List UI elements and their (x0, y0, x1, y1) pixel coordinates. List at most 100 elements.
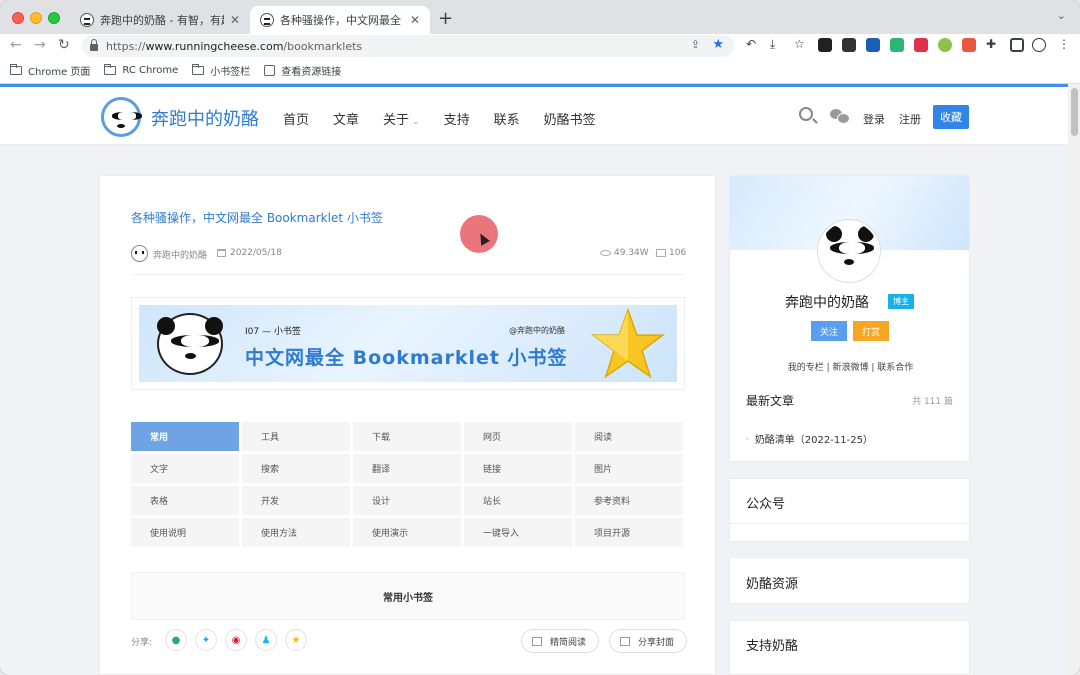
category-tab[interactable]: 开发 (242, 486, 350, 515)
widget-support[interactable]: 支持奶酪 (729, 620, 970, 675)
extension-icon[interactable] (842, 38, 856, 52)
follow-button[interactable]: 关注 (811, 321, 847, 341)
bookmark-rc-chrome[interactable]: RC Chrome (104, 64, 178, 76)
extension-icon[interactable] (938, 38, 952, 52)
reload-button[interactable]: ↻ (58, 37, 70, 53)
category-tab[interactable]: 站长 (464, 486, 572, 515)
category-tab[interactable]: 下载 (353, 422, 461, 451)
site-logo[interactable] (101, 97, 142, 137)
widget-resources[interactable]: 奶酪资源 (729, 557, 970, 604)
zoom-window-button[interactable] (48, 12, 60, 24)
tab-search-icon[interactable]: ⌄ (1057, 9, 1066, 22)
undo-extension-icon[interactable]: ↶ (746, 37, 756, 51)
profile-avatar[interactable] (818, 220, 880, 282)
login-link[interactable]: 登录 (863, 111, 885, 127)
wechat-share-button[interactable]: ● (165, 629, 187, 651)
bookmark-bookmarklets[interactable]: 小书签栏 (192, 63, 250, 78)
extension-icon[interactable] (962, 38, 976, 52)
category-tab[interactable]: 翻译 (353, 454, 461, 483)
wechat-icon: ● (171, 634, 181, 646)
nav-item-bookmarks[interactable]: 奶酪书签 (544, 109, 596, 128)
widget-wechat-account[interactable]: 公众号 (729, 478, 970, 542)
category-tab[interactable]: 工具 (242, 422, 350, 451)
share-icon[interactable]: ⇪ (691, 38, 700, 51)
share-cover-button[interactable]: 分享封面 (609, 629, 688, 653)
wechat-icon[interactable] (830, 109, 850, 124)
lock-icon[interactable] (90, 39, 98, 51)
address-bar[interactable]: https:// www.runningcheese.com /bookmark… (82, 35, 734, 57)
tab-close-icon[interactable]: ✕ (230, 13, 240, 27)
article-card: 各种骚操作，中文网最全 Bookmarklet 小书签 奔跑中的奶酪 2022/… (99, 175, 716, 675)
category-tab[interactable]: 链接 (464, 454, 572, 483)
download-icon[interactable]: ⤓ (770, 37, 775, 52)
side-panel-icon[interactable] (1010, 38, 1024, 52)
category-tab[interactable]: 表格 (131, 486, 239, 515)
nav-item-articles[interactable]: 文章 (333, 109, 359, 128)
scrollbar-thumb[interactable] (1071, 88, 1078, 136)
category-tab[interactable]: 使用方法 (242, 518, 350, 547)
extensions-puzzle-icon[interactable]: ✚ (986, 37, 996, 51)
forward-button[interactable]: → (34, 37, 46, 53)
nav-item-home[interactable]: 首页 (283, 109, 309, 128)
nav-item-about[interactable]: 关于 ⌄ (383, 109, 420, 128)
close-window-button[interactable] (12, 12, 24, 24)
tab-title: 各种骚操作，中文网最全 Book (280, 14, 404, 27)
qq-share-button[interactable]: ♟ (255, 629, 277, 651)
category-tab[interactable]: 项目开源 (575, 518, 683, 547)
new-tab-button[interactable]: + (438, 8, 453, 29)
pocket-icon[interactable] (914, 38, 928, 52)
article-author[interactable]: 奔跑中的奶酪 (153, 248, 207, 261)
category-tab[interactable]: 常用 (131, 422, 239, 451)
browser-tab-1[interactable]: 奔跑中的奶酪 - 有智，有趣， ✕ (70, 6, 250, 34)
category-tab[interactable]: 使用说明 (131, 518, 239, 547)
bookmark-view-resources[interactable]: 查看资源链接 (264, 63, 341, 78)
reading-list-icon[interactable]: ☆ (794, 37, 805, 51)
category-tab[interactable]: 一键导入 (464, 518, 572, 547)
star-illustration (591, 307, 665, 379)
reader-mode-button[interactable]: 精简阅读 (521, 629, 600, 653)
twitter-icon: ✦ (201, 634, 211, 646)
author-avatar[interactable] (131, 245, 148, 262)
extension-icon[interactable] (890, 38, 904, 52)
qzone-share-button[interactable]: ★ (285, 629, 307, 651)
latest-article-item[interactable]: › 奶酪清单（2022-11-25） (746, 431, 873, 447)
register-link[interactable]: 注册 (899, 111, 921, 127)
bookmark-star-icon[interactable]: ★ (712, 37, 724, 52)
divider (131, 274, 684, 275)
menu-kebab-icon[interactable]: ⋮ (1058, 37, 1070, 51)
nav-item-contact[interactable]: 联系 (494, 109, 520, 128)
category-tab[interactable]: 网页 (464, 422, 572, 451)
bitwarden-icon[interactable] (866, 38, 880, 52)
tip-button[interactable]: 打赏 (853, 321, 889, 341)
article-title[interactable]: 各种骚操作，中文网最全 Bookmarklet 小书签 (131, 209, 383, 226)
category-tab[interactable]: 阅读 (575, 422, 683, 451)
twitter-share-button[interactable]: ✦ (195, 629, 217, 651)
weibo-share-button[interactable]: ◉ (225, 629, 247, 651)
qq-icon: ♟ (261, 634, 271, 646)
collect-button[interactable]: 收藏 (933, 105, 969, 129)
category-tab[interactable]: 文字 (131, 454, 239, 483)
panda-ear (858, 226, 874, 242)
minimize-window-button[interactable] (30, 12, 42, 24)
extension-icon[interactable] (818, 38, 832, 52)
search-icon[interactable] (799, 107, 813, 121)
tab-title: 奔跑中的奶酪 - 有智，有趣， (100, 14, 224, 27)
profile-avatar-icon[interactable] (1032, 38, 1046, 52)
category-tab[interactable]: 使用演示 (353, 518, 461, 547)
bookmark-chrome-pages[interactable]: Chrome 页面 (10, 63, 90, 78)
url-host: www.runningcheese.com (145, 39, 284, 53)
category-tab[interactable]: 搜索 (242, 454, 350, 483)
article-comments[interactable]: 106 (669, 248, 686, 258)
category-tab[interactable]: 图片 (575, 454, 683, 483)
category-tab[interactable]: 参考资料 (575, 486, 683, 515)
browser-tab-2[interactable]: 各种骚操作，中文网最全 Book ✕ (250, 6, 430, 34)
nav-item-support[interactable]: 支持 (444, 109, 470, 128)
chevron-right-icon: › (746, 434, 749, 443)
site-header: 奔跑中的奶酪 首页 文章 关于 ⌄ 支持 联系 奶酪书签 登录 注册 收藏 (0, 87, 1068, 145)
back-button[interactable]: ← (10, 37, 22, 53)
site-name[interactable]: 奔跑中的奶酪 (151, 105, 259, 131)
profile-links[interactable]: 我的专栏 | 新浪微博 | 联系合作 (730, 360, 969, 373)
tab-close-icon[interactable]: ✕ (410, 13, 420, 27)
category-tab[interactable]: 设计 (353, 486, 461, 515)
page-scrollbar[interactable] (1068, 84, 1080, 675)
